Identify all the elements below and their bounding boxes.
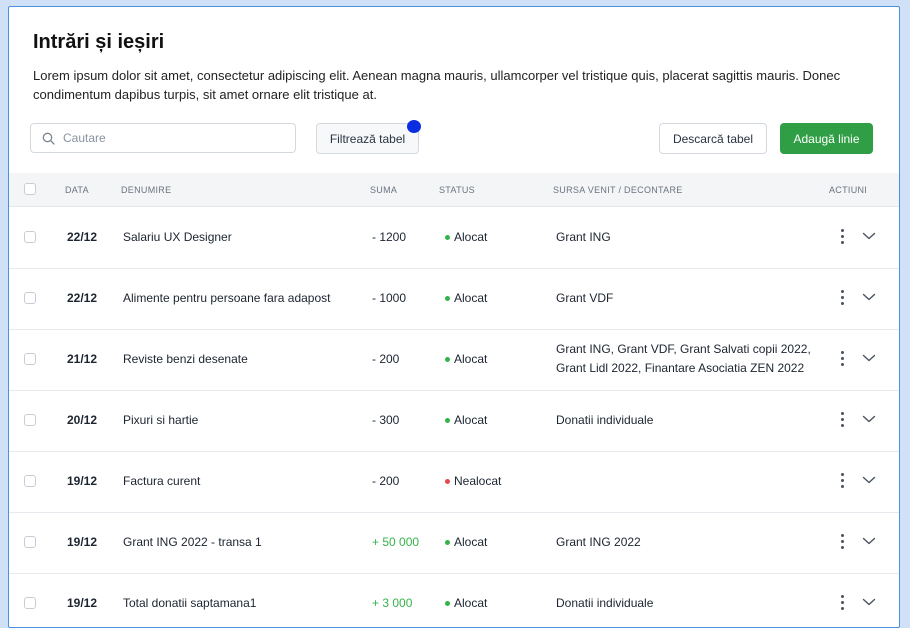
filter-table-button[interactable]: Filtrează tabel (316, 123, 419, 154)
table-row[interactable]: 19/12 Factura curent - 200 Nealocat (9, 451, 899, 513)
status-dot (445, 600, 450, 606)
status-label: Alocat (454, 291, 488, 305)
row-checkbox[interactable] (24, 597, 36, 609)
row-sum: + 50 000 (372, 535, 420, 549)
status-label: Alocat (454, 413, 488, 427)
row-name: Salariu UX Designer (123, 230, 232, 244)
status-dot (445, 478, 450, 484)
search-box[interactable] (30, 123, 296, 153)
row-status: Alocat (445, 390, 487, 450)
row-date: 19/12 (67, 535, 98, 549)
kebab-menu-icon[interactable] (840, 595, 846, 611)
column-header-actions: ACTIUNI (829, 185, 868, 195)
row-date: 20/12 (67, 413, 98, 427)
chevron-down-icon[interactable] (862, 292, 876, 302)
column-header-name[interactable]: DENUMIRE (121, 185, 171, 195)
table-row[interactable]: 20/12 Pixuri si hartie - 300 Alocat Donatii … (9, 390, 899, 452)
kebab-menu-icon[interactable] (840, 473, 846, 489)
row-name: Grant ING 2022 - transa 1 (123, 535, 262, 549)
row-sum: - 1200 (372, 230, 407, 244)
row-date: 22/12 (67, 230, 98, 244)
row-name: Total donatii saptamana1 (123, 596, 257, 610)
row-status: Nealocat (445, 451, 501, 511)
row-source: Grant VDF (556, 290, 614, 305)
status-dot (445, 356, 450, 362)
row-name: Pixuri si hartie (123, 413, 199, 427)
download-table-button[interactable]: Descarcă tabel (659, 123, 767, 154)
status-dot (445, 295, 450, 301)
row-checkbox[interactable] (24, 353, 36, 365)
row-checkbox[interactable] (24, 292, 36, 304)
status-label: Alocat (454, 230, 488, 244)
row-source (556, 451, 826, 511)
row-name: Factura curent (123, 474, 201, 488)
column-header-source[interactable]: SURSA VENIT / DECONTARE (553, 185, 683, 195)
chevron-down-icon[interactable] (862, 536, 876, 546)
kebab-menu-icon[interactable] (840, 229, 846, 245)
page-description: Lorem ipsum dolor sit amet, consectetur … (33, 68, 841, 102)
row-sum: - 200 (372, 352, 400, 366)
row-name: Alimente pentru persoane fara adapost (123, 291, 331, 305)
kebab-menu-icon[interactable] (840, 412, 846, 428)
row-sum: + 3 000 (372, 596, 413, 610)
row-status: Alocat (445, 268, 487, 328)
row-date: 21/12 (67, 352, 98, 366)
filter-indicator-dot (407, 120, 421, 133)
row-status: Alocat (445, 207, 487, 267)
page-title: Intrări și ieșiri (33, 31, 165, 53)
column-header-status[interactable]: STATUS (439, 185, 475, 195)
row-checkbox[interactable] (24, 536, 36, 548)
status-dot (445, 417, 450, 423)
table-row[interactable]: 19/12 Total donatii saptamana1 + 3 000 Aloc… (9, 573, 899, 627)
add-row-button[interactable]: Adaugă linie (780, 123, 873, 154)
chevron-down-icon[interactable] (862, 597, 876, 607)
row-source: Grant ING, Grant VDF, Grant Salvati copi… (556, 342, 811, 375)
kebab-menu-icon[interactable] (840, 290, 846, 306)
row-checkbox[interactable] (24, 231, 36, 243)
row-sum: - 200 (372, 474, 400, 488)
row-checkbox[interactable] (24, 475, 36, 487)
row-checkbox[interactable] (24, 414, 36, 426)
row-source: Donatii individuale (556, 412, 654, 427)
row-status: Alocat (445, 329, 487, 389)
kebab-menu-icon[interactable] (840, 351, 846, 367)
status-label: Alocat (454, 352, 488, 366)
entries-card: Intrări și ieșiri Lorem ipsum dolor sit … (8, 6, 900, 628)
status-dot (445, 234, 450, 240)
chevron-down-icon[interactable] (862, 353, 876, 363)
status-dot (445, 539, 450, 545)
row-source: Grant ING 2022 (556, 534, 641, 549)
status-label: Alocat (454, 596, 488, 610)
table-row[interactable]: 22/12 Alimente pentru persoane fara adapo… (9, 268, 899, 330)
table-row[interactable]: 21/12 Reviste benzi desenate - 200 Alocat Gr… (9, 329, 899, 391)
row-source: Donatii individuale (556, 595, 654, 610)
table-row[interactable]: 22/12 Salariu UX Designer - 1200 Alocat Gran… (9, 207, 899, 269)
row-date: 22/12 (67, 291, 98, 305)
chevron-down-icon[interactable] (862, 414, 876, 424)
status-label: Nealocat (454, 474, 502, 488)
row-source: Grant ING (556, 229, 611, 244)
search-icon (42, 132, 55, 145)
row-date: 19/12 (67, 474, 98, 488)
chevron-down-icon[interactable] (862, 231, 876, 241)
search-input[interactable] (61, 130, 275, 146)
status-label: Alocat (454, 535, 488, 549)
row-date: 19/12 (67, 596, 98, 610)
row-status: Alocat (445, 573, 488, 627)
select-all-checkbox[interactable] (24, 183, 36, 195)
table-row[interactable]: 19/12 Grant ING 2022 - transa 1 + 50 000 Al… (9, 512, 899, 574)
chevron-down-icon[interactable] (862, 475, 876, 485)
row-sum: - 300 (372, 413, 400, 427)
column-header-sum[interactable]: SUMA (370, 185, 397, 195)
row-sum: - 1000 (372, 291, 407, 305)
column-header-date[interactable]: DATA (65, 185, 89, 195)
row-status: Alocat (445, 512, 487, 572)
kebab-menu-icon[interactable] (840, 534, 846, 550)
table-header: DATA DENUMIRE SUMA STATUS SURSA VENIT / … (9, 173, 899, 207)
row-name: Reviste benzi desenate (123, 352, 248, 366)
